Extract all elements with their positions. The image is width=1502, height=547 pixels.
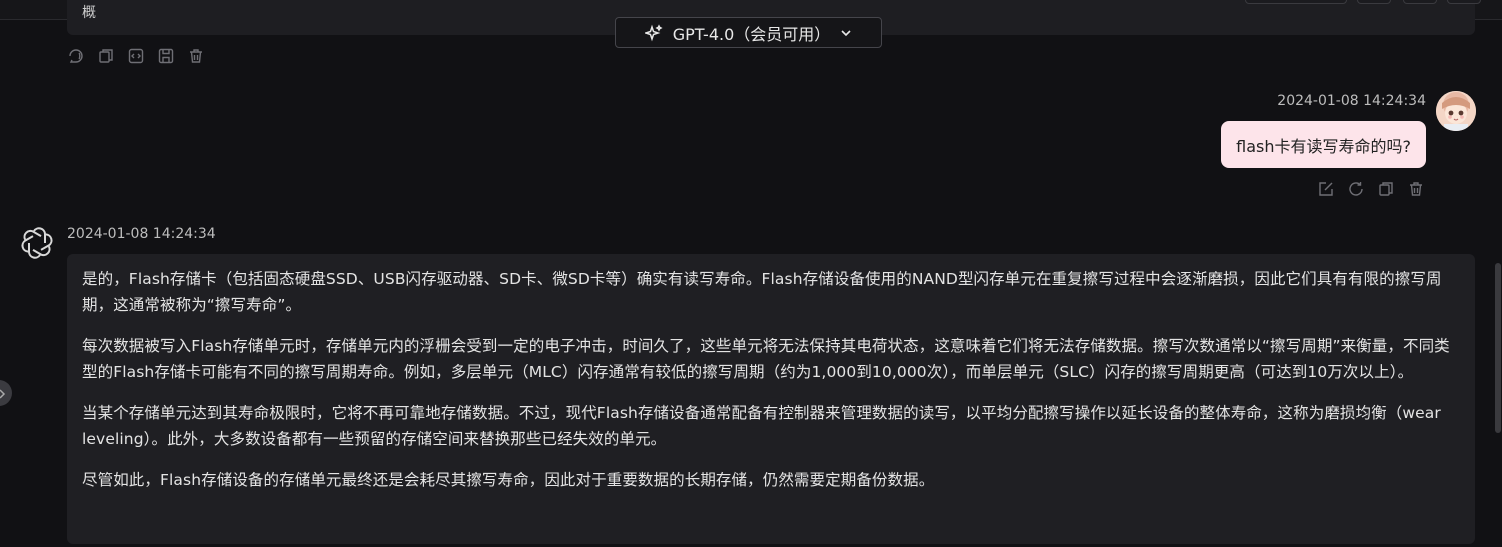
user-avatar[interactable] [1436, 91, 1476, 131]
top-toolbar-button[interactable] [1357, 0, 1391, 4]
top-toolbar-button[interactable] [1403, 0, 1437, 4]
top-toolbar-button[interactable] [1245, 0, 1347, 4]
model-selector-label: GPT-4.0（会员可用） [672, 24, 831, 44]
delete-icon[interactable] [187, 47, 205, 65]
assistant-message-timestamp: 2024-01-08 14:24:34 [67, 226, 216, 242]
scrollbar-thumb[interactable] [1495, 263, 1501, 433]
user-message-bubble: flash卡有读写寿命的吗? [1221, 121, 1426, 168]
save-icon[interactable] [157, 47, 175, 65]
model-selector-dropdown[interactable]: GPT-4.0（会员可用） [615, 17, 882, 48]
sidebar-toggle-button[interactable] [0, 380, 12, 406]
previous-message-text: 概 [82, 5, 96, 21]
user-message-text: flash卡有读写寿命的吗? [1236, 136, 1411, 156]
assistant-message-bubble: 是的，Flash存储卡（包括固态硬盘SSD、USB闪存驱动器、SD卡、微SD卡等… [67, 254, 1475, 544]
edit-icon[interactable] [1317, 180, 1335, 198]
regenerate-icon[interactable] [1347, 180, 1365, 198]
chevron-down-icon [840, 27, 852, 39]
assistant-logo-icon [20, 226, 54, 260]
user-message-actions [1317, 180, 1425, 198]
sparkle-icon [644, 23, 663, 42]
user-message-timestamp: 2024-01-08 14:24:34 [1277, 93, 1426, 109]
previous-message-actions [67, 47, 205, 65]
voice-icon[interactable] [67, 47, 85, 65]
assistant-paragraph: 每次数据被写入Flash存储单元时，存储单元内的浮栅会受到一定的电子冲击，时间久… [82, 337, 1450, 381]
copy-icon[interactable] [97, 47, 115, 65]
chevron-right-icon [0, 384, 6, 403]
delete-icon[interactable] [1407, 180, 1425, 198]
code-icon[interactable] [127, 47, 145, 65]
assistant-paragraph: 是的，Flash存储卡（包括固态硬盘SSD、USB闪存驱动器、SD卡、微SD卡等… [82, 270, 1442, 314]
copy-icon[interactable] [1377, 180, 1395, 198]
assistant-paragraph: 当某个存储单元达到其寿命极限时，它将不再可靠地存储数据。不过，现代Flash存储… [82, 404, 1441, 448]
assistant-paragraph: 尽管如此，Flash存储设备的存储单元最终还是会耗尽其擦写寿命，因此对于重要数据… [82, 471, 935, 489]
top-toolbar-button[interactable] [1447, 0, 1481, 4]
